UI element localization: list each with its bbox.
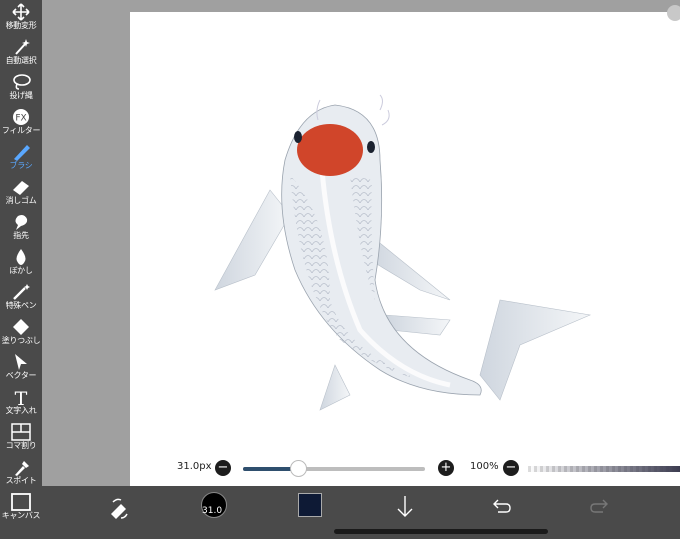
eraser-icon [10, 178, 32, 196]
tool-label: フィルター [1, 126, 41, 135]
layer-down-button[interactable] [385, 486, 425, 526]
tool-label: 指先 [13, 231, 29, 240]
tool-label: ブラシ [9, 161, 33, 170]
eraser-swap-icon [111, 498, 128, 519]
tool-brush[interactable]: ブラシ [0, 140, 42, 174]
brush-size-preview[interactable]: 31.0 [197, 486, 237, 526]
opacity-gradient [528, 466, 680, 472]
move-icon [10, 3, 32, 21]
tool-label: スポイト [5, 476, 37, 485]
text-icon: T [10, 388, 32, 410]
tool-fx[interactable]: FX フィルター [0, 105, 42, 139]
canvas-corner-button[interactable] [667, 5, 680, 21]
eyedropper-icon [10, 458, 32, 476]
brush-size-label: 31.0px [177, 461, 212, 472]
svg-text:FX: FX [15, 114, 26, 124]
lasso-icon [10, 73, 32, 91]
special-pen-icon [10, 283, 32, 301]
tool-frame-divide[interactable]: コマ割り [0, 420, 42, 454]
tool-canvas[interactable]: キャンバス [0, 490, 42, 524]
brush-size-slider[interactable] [243, 460, 425, 477]
tool-fill-bucket[interactable]: 塗りつぶし [0, 315, 42, 349]
undo-icon [493, 499, 511, 513]
tool-label: 特殊ペン [5, 301, 37, 310]
tool-label: 移動変形 [5, 21, 37, 30]
opacity-slider[interactable] [528, 466, 680, 472]
fx-icon: FX [10, 108, 32, 126]
koi-fish-illustration [214, 94, 592, 411]
redo-button[interactable] [579, 486, 619, 526]
tool-lasso[interactable]: 投げ縄 [0, 70, 42, 104]
tool-label: コマ割り [5, 441, 37, 450]
tool-eyedropper[interactable]: スポイト [0, 455, 42, 489]
arrow-down-icon [397, 496, 413, 517]
bottom-toolbar: 31.0 [42, 486, 680, 539]
tool-blur-drop[interactable]: ぼかし [0, 245, 42, 279]
tool-finger[interactable]: 指先 [0, 210, 42, 244]
size-increase-button[interactable]: + [438, 460, 454, 476]
brush-icon [10, 143, 32, 161]
drawing-canvas[interactable] [130, 12, 680, 486]
tool-label: ぼかし [9, 266, 33, 275]
tool-move[interactable]: 移動変形 [0, 0, 42, 34]
current-color-swatch [298, 493, 322, 517]
opacity-label: 100% [470, 461, 499, 472]
frame-divide-icon [10, 423, 32, 441]
blur-drop-icon [10, 248, 32, 266]
tool-label: ベクター [5, 371, 37, 380]
magic-wand-icon [10, 38, 32, 56]
tool-label: 自動選択 [5, 56, 37, 65]
tool-label: 消しゴム [5, 196, 37, 205]
brush-size-badge: 31.0 [202, 506, 223, 516]
svg-text:T: T [15, 388, 28, 406]
tool-label: キャンバス [1, 511, 41, 520]
tool-eraser[interactable]: 消しゴム [0, 175, 42, 209]
color-picker-button[interactable] [292, 486, 332, 526]
brush-size-slider-thumb[interactable] [289, 460, 307, 477]
tool-label: 投げ縄 [9, 91, 33, 100]
brush-settings-bar: 31.0px − + 100% − [130, 454, 680, 484]
tool-text[interactable]: T 文字入れ [0, 385, 42, 419]
tool-sidebar: 移動変形自動選択投げ縄 FX フィルターブラシ消しゴム指先ぼかし特殊ペン塗りつぶしベ… [0, 0, 42, 539]
tool-special-pen[interactable]: 特殊ペン [0, 280, 42, 314]
tool-label: 文字入れ [5, 406, 37, 415]
swap-eraser-button[interactable] [99, 488, 139, 528]
tool-label: 塗りつぶし [1, 336, 41, 345]
undo-button[interactable] [482, 486, 522, 526]
size-decrease-button[interactable]: − [215, 460, 231, 476]
finger-icon [10, 213, 32, 231]
redo-icon [590, 499, 608, 513]
fill-bucket-icon [10, 318, 32, 336]
canvas-icon [10, 493, 32, 511]
opacity-decrease-button[interactable]: − [503, 460, 519, 476]
home-indicator [334, 529, 548, 534]
vector-arrow-icon [10, 353, 32, 371]
tool-magic-wand[interactable]: 自動選択 [0, 35, 42, 69]
tool-vector-arrow[interactable]: ベクター [0, 350, 42, 384]
